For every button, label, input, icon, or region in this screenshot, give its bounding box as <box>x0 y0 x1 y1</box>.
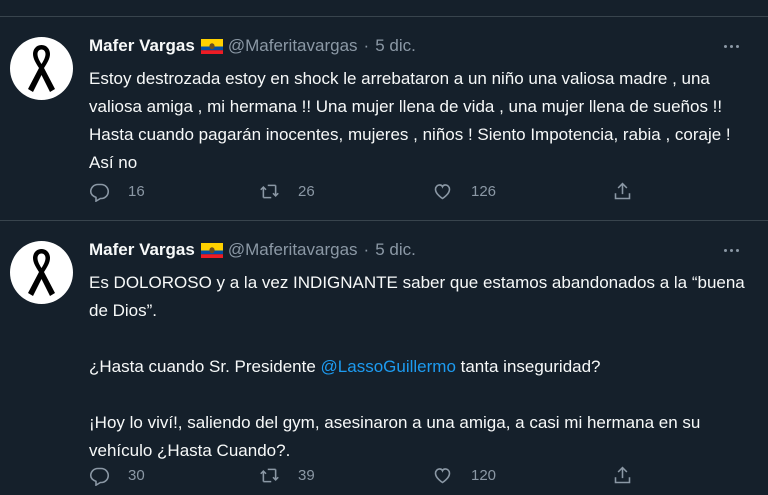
heart-icon <box>434 183 451 199</box>
author-handle[interactable]: @Maferitavargas <box>228 240 358 260</box>
heart-icon <box>434 467 451 483</box>
tweet-paragraph: ¡Hoy lo viví!, saliendo del gym, asesina… <box>89 413 701 460</box>
author-handle[interactable]: @Maferitavargas <box>228 36 358 56</box>
tweet-paragraph: Estoy destrozada estoy en shock le arreb… <box>89 69 731 172</box>
ecuador-flag-icon <box>200 242 223 258</box>
like-button[interactable]: 120 <box>432 463 496 487</box>
tweet-actions: 30 39 120 <box>89 463 649 487</box>
reply-icon <box>89 183 110 202</box>
separator: · <box>363 240 370 259</box>
tweet-text: Estoy destrozada estoy en shock le arreb… <box>89 65 749 177</box>
reply-button[interactable]: 30 <box>89 463 145 487</box>
tweet-actions: 16 26 126 <box>89 179 649 203</box>
share-icon <box>614 182 631 199</box>
retweet-button[interactable]: 39 <box>259 463 315 487</box>
author-name[interactable]: Mafer Vargas <box>89 36 195 56</box>
retweet-button[interactable]: 26 <box>259 179 315 203</box>
retweet-icon <box>260 468 279 482</box>
tweet-date[interactable]: 5 dic. <box>375 240 416 260</box>
separator: · <box>363 36 370 55</box>
tweet-text-segment: ¿Hasta cuando Sr. Presidente <box>89 357 321 376</box>
ecuador-flag-icon <box>200 38 223 54</box>
share-icon <box>614 466 631 483</box>
black-ribbon-icon <box>28 45 55 92</box>
more-options-icon[interactable] <box>720 239 742 261</box>
tweet-text: Es DOLOROSO y a la vez INDIGNANTE saber … <box>89 269 749 465</box>
avatar[interactable] <box>10 37 73 100</box>
retweet-count: 39 <box>298 466 315 484</box>
share-button[interactable] <box>612 179 633 203</box>
tweet-header: Mafer Vargas @Maferitavargas · 5 dic. <box>89 239 416 261</box>
share-button[interactable] <box>612 463 633 487</box>
retweet-icon <box>260 184 279 198</box>
avatar[interactable] <box>10 241 73 304</box>
reply-count: 16 <box>128 182 145 200</box>
tweet-paragraph: ¿Hasta cuando Sr. Presidente @LassoGuill… <box>89 353 749 381</box>
tweet[interactable]: Mafer Vargas @Maferitavargas · 5 dic. Es… <box>0 17 768 220</box>
reply-count: 30 <box>128 466 145 484</box>
tweet[interactable]: Mafer Vargas @Maferitavargas · 5 dic. Es… <box>0 221 768 495</box>
mention-link[interactable]: @LassoGuillermo <box>321 357 456 376</box>
like-count: 120 <box>471 466 497 484</box>
black-ribbon-icon <box>28 249 55 296</box>
tweet-paragraph: Es DOLOROSO y a la vez INDIGNANTE saber … <box>89 273 745 320</box>
reply-button[interactable]: 16 <box>89 179 145 203</box>
retweet-count: 26 <box>298 182 315 200</box>
like-button[interactable]: 126 <box>432 179 496 203</box>
more-options-icon[interactable] <box>720 35 742 57</box>
reply-icon <box>89 467 110 486</box>
tweet-header: Mafer Vargas @Maferitavargas · 5 dic. <box>89 35 416 57</box>
like-count: 126 <box>471 182 497 200</box>
tweet-text-segment: tanta inseguridad? <box>455 357 601 376</box>
tweet-date[interactable]: 5 dic. <box>375 36 416 56</box>
author-name[interactable]: Mafer Vargas <box>89 240 195 260</box>
